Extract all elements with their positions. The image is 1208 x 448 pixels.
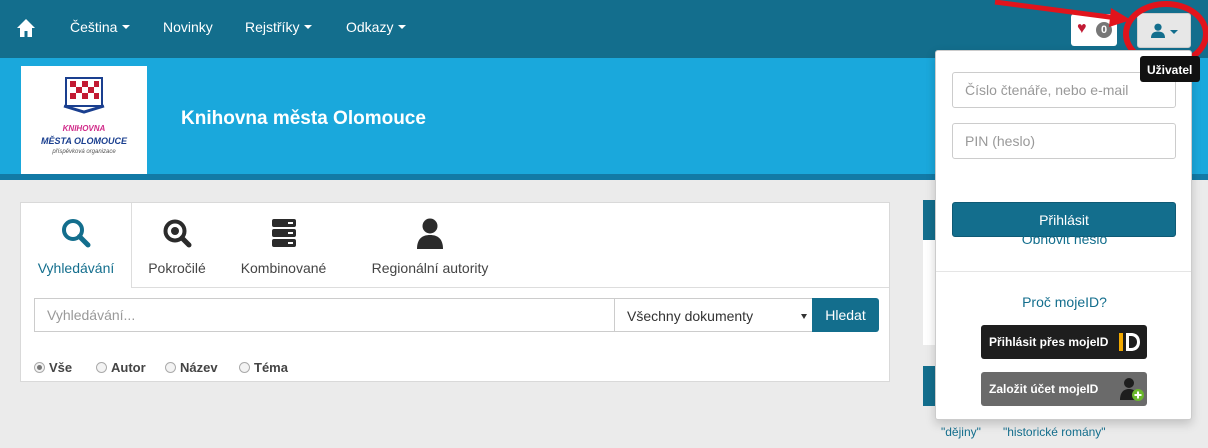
sidebar-tag-link[interactable]: "historické romány" <box>1003 425 1106 439</box>
why-mojeid-link[interactable]: Proč mojeID? <box>936 294 1193 310</box>
mojeid-logo-icon <box>1119 333 1140 351</box>
create-mojeid-label: Založit účet mojeID <box>989 382 1099 396</box>
tab-regional-authorities-label: Regionální autority <box>371 260 489 276</box>
tab-combined[interactable]: Kombinované <box>226 203 341 287</box>
radio-title[interactable]: Název <box>165 360 218 375</box>
language-menu[interactable]: Čeština <box>70 19 131 35</box>
chevron-down-icon <box>398 25 407 29</box>
radio-button-checked[interactable] <box>34 362 45 373</box>
book-logo-icon <box>63 77 105 114</box>
tabs-divider <box>131 287 889 288</box>
registers-label: Rejstříky <box>245 19 300 35</box>
search-input[interactable] <box>34 298 634 332</box>
registers-menu[interactable]: Rejstříky <box>245 19 313 35</box>
search-panel: Vyhledávání Pokročilé Kombinované Region… <box>20 202 890 382</box>
tab-search-label: Vyhledávání <box>37 260 115 276</box>
chevron-down-icon <box>304 25 313 29</box>
zoom-in-icon <box>163 219 192 248</box>
logo-text-line2: MĚSTA OLOMOUCE <box>41 136 127 146</box>
search-icon <box>62 219 91 248</box>
radio-button[interactable] <box>239 362 250 373</box>
logo-text-line1: KNIHOVNA <box>62 124 106 133</box>
chevron-down-icon <box>122 25 131 29</box>
logo-text-line3: příspěvková organizace <box>52 149 116 155</box>
radio-button[interactable] <box>165 362 176 373</box>
search-button[interactable]: Hledat <box>812 298 879 332</box>
add-user-icon <box>1120 378 1144 401</box>
annotation-arrow <box>994 0 1131 27</box>
tab-search[interactable]: Vyhledávání <box>21 203 132 288</box>
radio-author-label: Autor <box>111 360 146 375</box>
login-mojeid-button[interactable]: Přihlásit přes mojeID <box>981 325 1147 359</box>
pin-field[interactable] <box>952 123 1176 159</box>
user-tooltip-text: Uživatel <box>1147 63 1193 77</box>
server-stack-icon <box>271 219 296 247</box>
radio-title-label: Název <box>180 360 218 375</box>
dropdown-divider <box>936 271 1191 272</box>
sidebar-tag-link[interactable]: "dějiny" <box>941 425 981 439</box>
links-label: Odkazy <box>346 19 394 35</box>
chevron-down-icon <box>801 314 807 319</box>
document-type-select[interactable]: Všechny dokumenty <box>614 298 815 332</box>
user-icon <box>417 218 443 249</box>
language-label: Čeština <box>70 19 118 35</box>
links-menu[interactable]: Odkazy <box>346 19 407 35</box>
tab-advanced-label: Pokročilé <box>148 260 206 276</box>
nav-news-link[interactable]: Novinky <box>163 19 213 35</box>
user-tooltip: Uživatel <box>1140 56 1200 82</box>
radio-author[interactable]: Autor <box>96 360 146 375</box>
site-title[interactable]: Knihovna města Olomouce <box>181 108 426 130</box>
radio-all[interactable]: Vše <box>34 360 72 375</box>
library-logo[interactable]: KNIHOVNA MĚSTA OLOMOUCE příspěvková orga… <box>21 66 147 174</box>
home-icon[interactable] <box>16 18 36 38</box>
tab-combined-label: Kombinované <box>240 260 327 276</box>
tab-regional-authorities[interactable]: Regionální autority <box>357 203 503 287</box>
tab-advanced[interactable]: Pokročilé <box>132 203 222 287</box>
radio-all-label: Vše <box>49 360 73 375</box>
document-type-value: Všechny dokumenty <box>627 308 754 324</box>
radio-subject[interactable]: Téma <box>239 360 288 375</box>
radio-subject-label: Téma <box>254 360 288 375</box>
create-mojeid-button[interactable]: Založit účet mojeID <box>981 372 1147 406</box>
reset-password-link[interactable]: Obnovit heslo <box>936 231 1193 247</box>
radio-button[interactable] <box>96 362 107 373</box>
login-dropdown: Přihlásit Obnovit heslo Proč mojeID? Při… <box>935 50 1192 420</box>
login-mojeid-label: Přihlásit přes mojeID <box>989 335 1109 349</box>
